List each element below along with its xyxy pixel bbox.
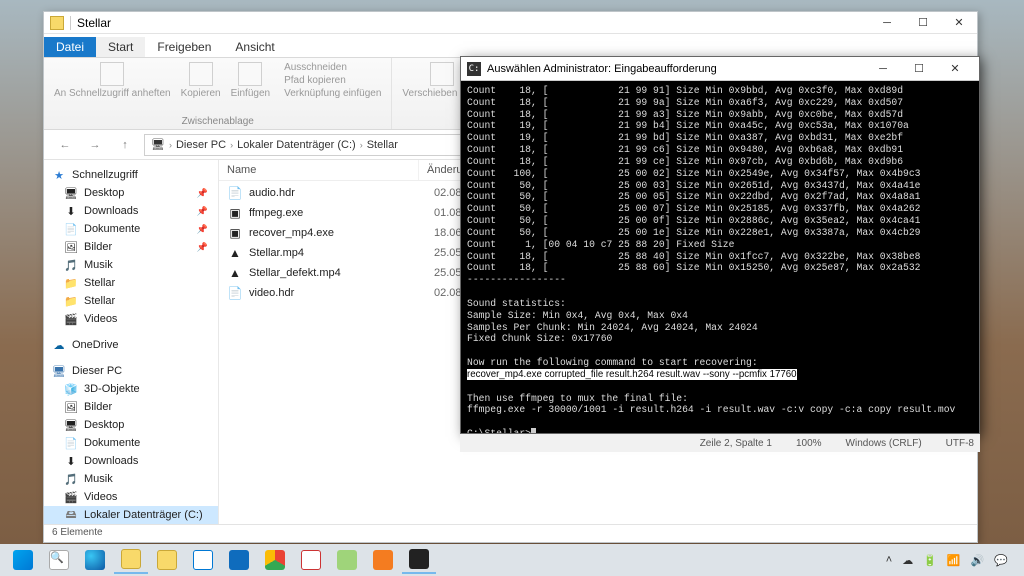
sidebar-item-local-disk[interactable]: 🖴Lokaler Datenträger (C:)	[44, 506, 218, 524]
console-titlebar[interactable]: C: Auswählen Administrator: Eingabeauffo…	[461, 57, 979, 81]
file-name: ffmpeg.exe	[249, 207, 434, 219]
wifi-icon[interactable]: 📶	[947, 554, 961, 567]
console-title: Auswählen Administrator: Eingabeaufforde…	[487, 63, 717, 75]
taskbar-explorer[interactable]	[114, 546, 148, 574]
back-button[interactable]: ←	[54, 134, 76, 156]
taskbar-store[interactable]	[186, 546, 220, 574]
sidebar-item[interactable]: 🖼Bilder📌	[44, 238, 218, 256]
sidebar-item[interactable]: 🎬Videos	[44, 488, 218, 506]
console-window: C: Auswählen Administrator: Eingabeauffo…	[460, 56, 980, 434]
taskbar-explorer2[interactable]	[150, 546, 184, 574]
pin-button[interactable]: An Schnellzugriff anheften	[54, 62, 171, 99]
file-icon: ▲	[227, 265, 243, 281]
file-icon: 📄	[227, 285, 243, 301]
console-minimize[interactable]: ─	[865, 57, 901, 81]
tray-up-icon[interactable]: ˄	[886, 554, 892, 566]
file-icon: ▣	[227, 205, 243, 221]
console-close[interactable]: ✕	[937, 57, 973, 81]
close-button[interactable]: ✕	[941, 12, 977, 34]
sidebar-item[interactable]: 📄Dokumente📌	[44, 220, 218, 238]
sidebar-item[interactable]: 📁Stellar	[44, 274, 218, 292]
tab-share[interactable]: Freigeben	[145, 37, 223, 57]
ribbon-tabs: Datei Start Freigeben Ansicht	[44, 34, 977, 58]
start-button[interactable]	[6, 546, 40, 574]
sidebar-item[interactable]: 🎬Videos	[44, 310, 218, 328]
file-icon: 📄	[227, 185, 243, 201]
explorer-statusbar: 6 Elemente	[44, 524, 977, 542]
sidebar-onedrive[interactable]: ☁OneDrive	[44, 336, 218, 354]
sidebar-item[interactable]: 🖥Desktop📌	[44, 184, 218, 202]
onedrive-icon[interactable]: ☁	[902, 554, 913, 567]
copy-button[interactable]: Kopieren	[181, 62, 221, 99]
file-name: video.hdr	[249, 287, 434, 299]
pc-icon: 🖥	[151, 138, 165, 151]
editor-statusline: Zeile 2, Spalte 1 100% Windows (CRLF) UT…	[460, 434, 980, 452]
file-name: Stellar.mp4	[249, 247, 434, 259]
file-icon: ▲	[227, 245, 243, 261]
sidebar-item[interactable]: 🖥Desktop	[44, 416, 218, 434]
sidebar-item[interactable]: 🧊3D-Objekte	[44, 380, 218, 398]
copypath-button[interactable]: Pfad kopieren	[280, 75, 381, 86]
console-output[interactable]: Count 18, [ 21 99 91] Size Min 0x9bbd, A…	[461, 81, 979, 433]
folder-icon	[50, 16, 64, 30]
sidebar-item[interactable]: ⬇Downloads📌	[44, 202, 218, 220]
paste-button[interactable]: Einfügen	[231, 62, 270, 99]
file-name: Stellar_defekt.mp4	[249, 267, 434, 279]
sidebar-item[interactable]: 🖼Bilder	[44, 398, 218, 416]
sidebar: ★Schnellzugriff 🖥Desktop📌 ⬇Downloads📌 📄D…	[44, 160, 219, 524]
sidebar-item[interactable]: 🎵Musik	[44, 470, 218, 488]
taskbar-mail[interactable]	[222, 546, 256, 574]
sidebar-item[interactable]: 🎵Musik	[44, 256, 218, 274]
sidebar-item[interactable]: 📁Stellar	[44, 292, 218, 310]
cmd-icon: C:	[467, 62, 481, 76]
file-name: recover_mp4.exe	[249, 227, 434, 239]
explorer-titlebar[interactable]: Stellar ─ ☐ ✕	[44, 12, 977, 34]
pasteshortcut-button[interactable]: Verknüpfung einfügen	[280, 88, 381, 99]
console-maximize[interactable]: ☐	[901, 57, 937, 81]
system-tray[interactable]: ˄ ☁ 🔋 📶 🔊 💬	[886, 554, 1018, 567]
col-name[interactable]: Name	[219, 160, 419, 180]
tab-start[interactable]: Start	[96, 37, 145, 57]
sidebar-item[interactable]: 📄Dokumente	[44, 434, 218, 452]
taskbar-chrome[interactable]	[258, 546, 292, 574]
file-icon: ▣	[227, 225, 243, 241]
maximize-button[interactable]: ☐	[905, 12, 941, 34]
cut-button[interactable]: Ausschneiden	[280, 62, 381, 73]
sidebar-item[interactable]: ⬇Downloads	[44, 452, 218, 470]
taskbar-edge[interactable]	[78, 546, 112, 574]
up-button[interactable]: ↑	[114, 134, 136, 156]
taskbar-cmd[interactable]	[402, 546, 436, 574]
notifications-icon[interactable]: 💬	[994, 554, 1008, 567]
sidebar-thispc[interactable]: 🖥Dieser PC	[44, 362, 218, 380]
search-button[interactable]: 🔍	[42, 546, 76, 574]
taskbar-npp[interactable]	[330, 546, 364, 574]
sidebar-quickaccess[interactable]: ★Schnellzugriff	[44, 166, 218, 184]
tab-file[interactable]: Datei	[44, 37, 96, 57]
taskbar-vlc[interactable]	[366, 546, 400, 574]
tab-view[interactable]: Ansicht	[223, 37, 286, 57]
taskbar: 🔍 ˄ ☁ 🔋 📶 🔊 💬	[0, 544, 1024, 576]
battery-icon[interactable]: 🔋	[923, 554, 937, 567]
window-title: Stellar	[77, 16, 111, 30]
forward-button[interactable]: →	[84, 134, 106, 156]
minimize-button[interactable]: ─	[869, 12, 905, 34]
volume-icon[interactable]: 🔊	[971, 554, 985, 567]
file-name: audio.hdr	[249, 187, 434, 199]
taskbar-tc[interactable]	[294, 546, 328, 574]
